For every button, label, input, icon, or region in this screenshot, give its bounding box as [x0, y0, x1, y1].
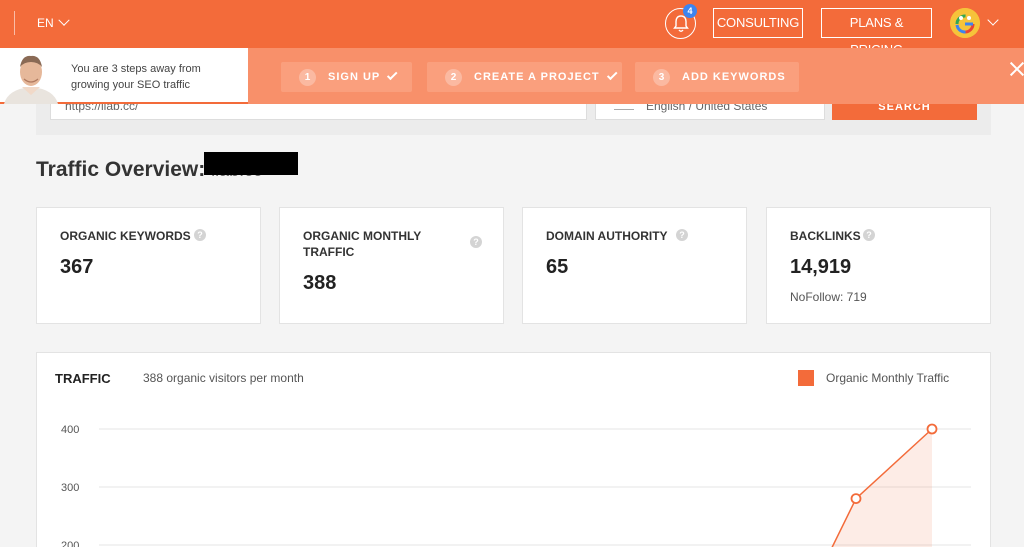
- step-sign-up[interactable]: 1 SIGN UP: [281, 62, 412, 92]
- metric-card-organic-monthly-traffic: ORGANIC MONTHLY TRAFFIC ? 388: [279, 207, 504, 324]
- chevron-down-icon[interactable]: [987, 14, 999, 26]
- metric-value: 65: [546, 256, 569, 278]
- metric-card-domain-authority: DOMAIN AUTHORITY ? 65: [522, 207, 747, 324]
- notification-count-badge: 4: [683, 4, 697, 18]
- page-title-label: Traffic Overview:: [36, 158, 206, 181]
- step-label: SIGN UP: [328, 71, 381, 83]
- language-label: EN: [37, 16, 54, 30]
- y-tick-label: 400: [61, 424, 79, 436]
- chevron-down-icon: [58, 14, 70, 26]
- onboarding-steps-bar: 1 SIGN UP 2 CREATE A PROJECT 3 ADD KEYWO…: [248, 48, 1024, 104]
- divider: [14, 11, 15, 35]
- metric-label: DOMAIN AUTHORITY: [546, 229, 668, 243]
- step-number: 3: [653, 68, 670, 86]
- notifications-button[interactable]: 4: [665, 4, 697, 39]
- data-point[interactable]: [926, 423, 938, 435]
- bell-icon: [673, 15, 689, 32]
- help-icon[interactable]: ?: [194, 229, 206, 241]
- metric-label: ORGANIC MONTHLY TRAFFIC: [303, 229, 422, 259]
- help-icon[interactable]: ?: [470, 236, 482, 248]
- help-icon[interactable]: ?: [676, 229, 688, 241]
- step-number: 2: [445, 68, 462, 86]
- step-label: ADD KEYWORDS: [682, 71, 786, 83]
- metric-card-organic-keywords: ORGANIC KEYWORDS ? 367: [36, 207, 261, 324]
- metric-card-backlinks: BACKLINKS ? 14,919 NoFollow: 719: [766, 207, 991, 324]
- step-label: CREATE A PROJECT: [474, 71, 600, 83]
- traffic-chart: 400 300 200: [61, 423, 971, 547]
- y-tick-label: 200: [61, 540, 79, 547]
- profile-photo: [0, 51, 62, 104]
- onboarding-message-panel: You are 3 steps away from growing your S…: [0, 48, 248, 104]
- metric-value: 14,919: [790, 256, 852, 278]
- series-area: [832, 429, 932, 547]
- step-create-project[interactable]: 2 CREATE A PROJECT: [427, 62, 622, 92]
- avatar-image: [950, 8, 980, 38]
- check-icon: [387, 69, 398, 81]
- metric-value: 367: [60, 256, 94, 278]
- nofollow-count: NoFollow: 719: [790, 290, 867, 304]
- consulting-button[interactable]: CONSULTING: [713, 8, 803, 38]
- y-tick-label: 300: [61, 482, 79, 494]
- metric-label: BACKLINKS: [790, 229, 861, 243]
- onboarding-message: You are 3 steps away from growing your S…: [71, 63, 201, 91]
- plans-pricing-button[interactable]: PLANS & PRICING: [821, 8, 932, 57]
- avatar[interactable]: [950, 8, 980, 38]
- metric-value: 388: [303, 272, 337, 294]
- traffic-chart-card: TRAFFIC 388 organic visitors per month O…: [36, 352, 991, 547]
- data-point[interactable]: [850, 493, 862, 505]
- help-icon[interactable]: ?: [863, 229, 875, 241]
- step-add-keywords[interactable]: 3 ADD KEYWORDS: [635, 62, 799, 92]
- language-selector[interactable]: EN: [37, 14, 70, 30]
- top-navigation-bar: EN 4 CONSULTING PLANS & PRICING: [0, 0, 1024, 57]
- close-icon[interactable]: [1008, 60, 1024, 78]
- check-icon: [606, 69, 618, 81]
- redaction-box: [204, 152, 298, 175]
- step-number: 1: [299, 68, 316, 86]
- metric-label: ORGANIC KEYWORDS: [60, 229, 191, 243]
